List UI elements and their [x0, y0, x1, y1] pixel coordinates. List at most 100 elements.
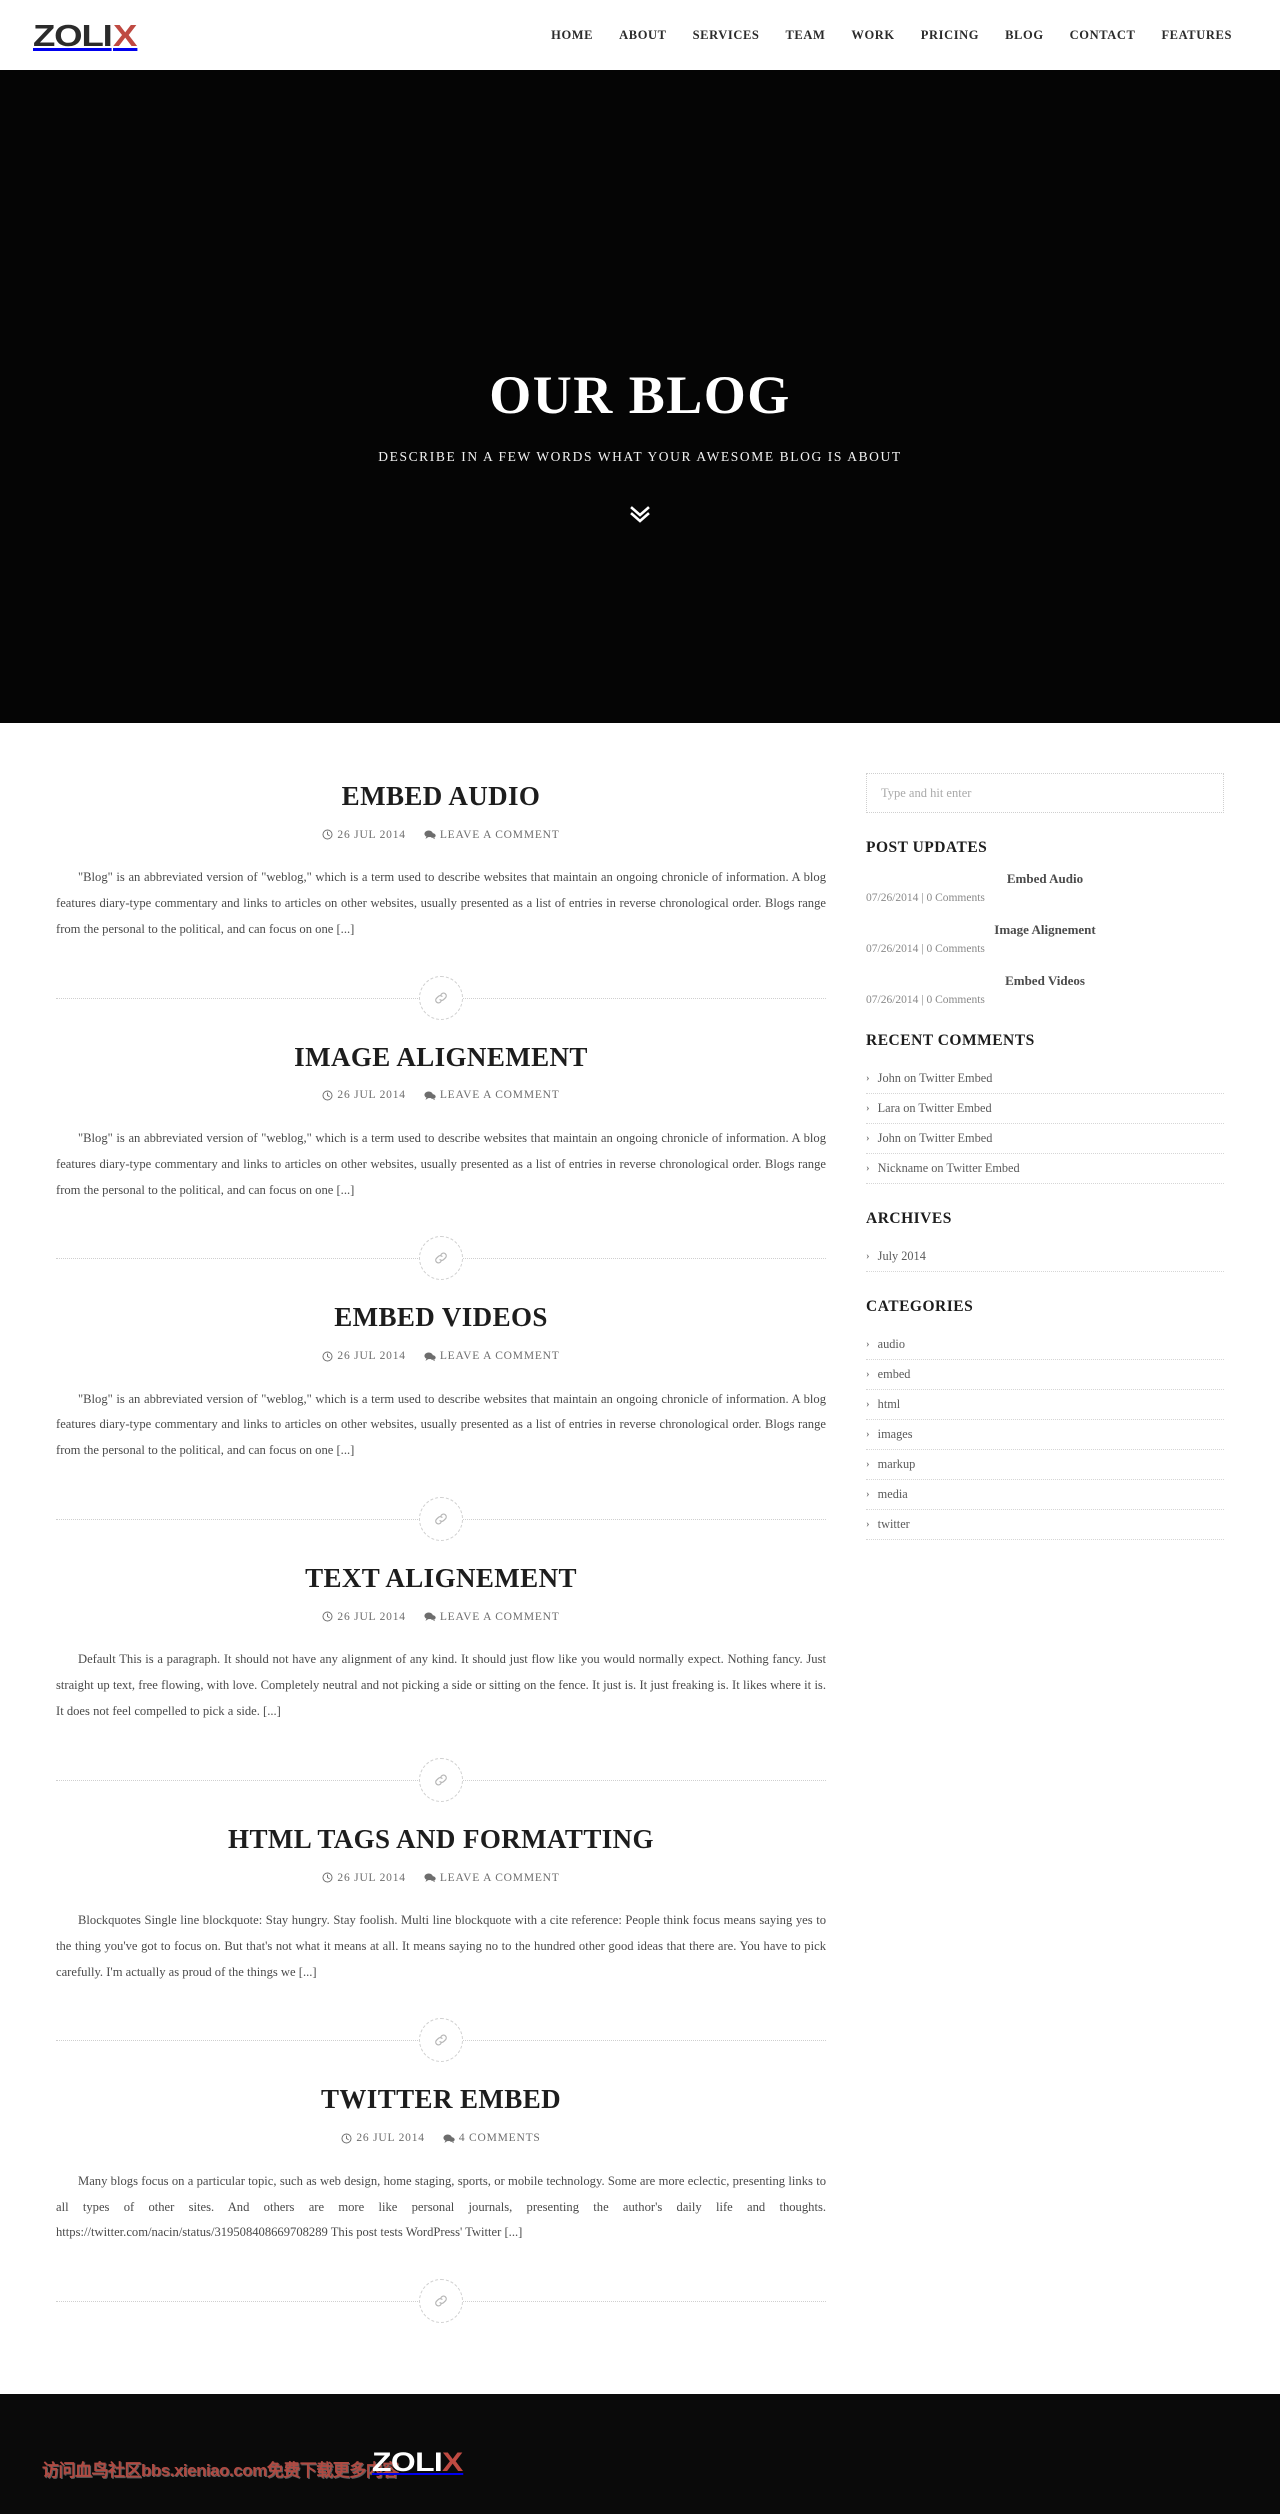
clock-icon [322, 829, 333, 840]
post-separator [56, 1747, 826, 1813]
chevron-right-icon: › [866, 1132, 870, 1144]
nav-item-pricing[interactable]: PRICING [908, 28, 992, 43]
chevron-right-icon: › [866, 1488, 870, 1500]
post-comments[interactable]: LEAVE A COMMENT [424, 829, 560, 841]
link-icon[interactable] [419, 1497, 463, 1542]
category-item[interactable]: › twitter [866, 1510, 1224, 1540]
logo-text: ZOLI [33, 17, 113, 53]
nav-item-work[interactable]: WORK [838, 28, 907, 43]
recent-comment-item-label[interactable]: Nickname on Twitter Embed [878, 1161, 1020, 1176]
nav-item-home[interactable]: HOME [538, 28, 606, 43]
site-header: ZOLI X HOME ABOUT SERVICES TEAM WORK PRICING B… [0, 0, 1280, 70]
post-title[interactable]: TWITTER EMBED [56, 2083, 826, 2117]
nav-item-services[interactable]: SERVICES [680, 28, 773, 43]
nav-item-features[interactable]: FEATURES [1148, 28, 1245, 43]
post-title[interactable]: HTML TAGS AND FORMATTING [56, 1823, 826, 1857]
category-item-label[interactable]: html [878, 1397, 901, 1412]
post-update-title[interactable]: Image Alignement [866, 922, 1224, 938]
site-logo[interactable]: ZOLI X [33, 17, 137, 53]
post-update-title[interactable]: Embed Videos [866, 973, 1224, 989]
archive-item[interactable]: › July 2014 [866, 1242, 1224, 1272]
link-icon[interactable] [419, 1757, 463, 1802]
sidebar: POST UPDATES Embed Audio 07/26/2014 | 0 C… [866, 770, 1224, 1540]
page-title: OUR BLOG [489, 365, 791, 425]
chevron-double-down-icon[interactable] [627, 502, 653, 526]
post-title[interactable]: IMAGE ALIGNEMENT [56, 1041, 826, 1075]
post-comments[interactable]: LEAVE A COMMENT [424, 1089, 560, 1101]
category-item[interactable]: › embed [866, 1360, 1224, 1390]
post-date-label: 26 JUL 2014 [356, 2132, 425, 2145]
post-meta: 26 JUL 2014 LEAVE A COMMENT [56, 1611, 826, 1626]
recent-comment-item[interactable]: › John on Twitter Embed [866, 1124, 1224, 1154]
content-area: EMBED AUDIO 26 JUL 2014 LEAVE A COMMENT "Bl… [0, 723, 1280, 2395]
clock-icon [322, 1872, 333, 1883]
post-list: EMBED AUDIO 26 JUL 2014 LEAVE A COMMENT "Bl… [56, 770, 866, 2334]
category-item-label[interactable]: media [878, 1487, 908, 1502]
main-navigation: HOME ABOUT SERVICES TEAM WORK PRICING BLOG CONT… [538, 28, 1245, 43]
chevron-right-icon: › [866, 1162, 870, 1174]
recent-comment-item-label[interactable]: John on Twitter Embed [878, 1131, 993, 1146]
post-date-label: 26 JUL 2014 [337, 828, 406, 841]
widget-title-recent-comments: RECENT COMMENTS [866, 1032, 1035, 1049]
category-item[interactable]: › images [866, 1420, 1224, 1450]
chevron-right-icon: › [866, 1338, 870, 1350]
post-title[interactable]: EMBED AUDIO [56, 780, 826, 814]
post-comments-label: LEAVE A COMMENT [439, 828, 560, 841]
post-meta: 26 JUL 2014 LEAVE A COMMENT [56, 829, 826, 844]
post-comments-label: LEAVE A COMMENT [439, 1350, 560, 1363]
footer-logo[interactable]: ZOLI X [372, 2449, 463, 2476]
link-icon[interactable] [419, 1236, 463, 1281]
widget-post-updates: POST UPDATES Embed Audio 07/26/2014 | 0 C… [866, 839, 1224, 1006]
category-item-label[interactable]: images [878, 1427, 913, 1442]
search-input[interactable] [866, 773, 1224, 813]
category-item[interactable]: › markup [866, 1450, 1224, 1480]
category-item[interactable]: › html [866, 1390, 1224, 1420]
post-date: 26 JUL 2014 [322, 829, 405, 841]
archive-item-label[interactable]: July 2014 [878, 1249, 926, 1264]
link-icon[interactable] [419, 2018, 463, 2063]
nav-item-team[interactable]: TEAM [772, 28, 838, 43]
post-comments[interactable]: LEAVE A COMMENT [424, 1350, 560, 1362]
link-icon[interactable] [419, 2279, 463, 2324]
widget-title-categories: CATEGORIES [866, 1298, 974, 1315]
post-date: 26 JUL 2014 [341, 2132, 424, 2144]
post-comments[interactable]: 4 COMMENTS [443, 2132, 541, 2144]
post-comments-label: LEAVE A COMMENT [439, 1089, 560, 1102]
category-item-label[interactable]: markup [878, 1457, 916, 1472]
nav-item-about[interactable]: ABOUT [606, 28, 679, 43]
category-item[interactable]: › media [866, 1480, 1224, 1510]
recent-comment-item-label[interactable]: John on Twitter Embed [878, 1071, 993, 1086]
post-excerpt: "Blog" is an abbreviated version of "web… [56, 1130, 826, 1197]
post-comments[interactable]: LEAVE A COMMENT [424, 1611, 560, 1623]
nav-item-contact[interactable]: CONTACT [1057, 28, 1149, 43]
comment-icon [424, 1351, 436, 1362]
post-date-label: 26 JUL 2014 [337, 1350, 406, 1363]
chevron-right-icon: › [866, 1250, 870, 1262]
recent-comment-item[interactable]: › Nickname on Twitter Embed [866, 1154, 1224, 1184]
widget-recent-comments: RECENT COMMENTS › John on Twitter Embed › L… [866, 1032, 1224, 1184]
recent-comment-item[interactable]: › Lara on Twitter Embed [866, 1094, 1224, 1124]
post-excerpt: Many blogs focus on a particular topic, … [56, 2173, 826, 2240]
category-item-label[interactable]: embed [878, 1367, 911, 1382]
recent-comment-item-label[interactable]: Lara on Twitter Embed [878, 1101, 992, 1116]
post-title[interactable]: EMBED VIDEOS [56, 1301, 826, 1335]
chevron-right-icon: › [866, 1518, 870, 1530]
post-separator [56, 1225, 826, 1291]
category-item-label[interactable]: audio [878, 1337, 905, 1352]
nav-item-blog[interactable]: BLOG [992, 28, 1057, 43]
recent-comment-item[interactable]: › John on Twitter Embed [866, 1064, 1224, 1094]
clock-icon [341, 2133, 352, 2144]
category-item-label[interactable]: twitter [878, 1517, 910, 1532]
watermark-text: 访问血鸟社区bbs.xieniao.com免费下载更多内容 [42, 2461, 399, 2481]
post-update-title[interactable]: Embed Audio [866, 871, 1224, 887]
post-title[interactable]: TEXT ALIGNEMENT [56, 1562, 826, 1596]
post-comments[interactable]: LEAVE A COMMENT [424, 1872, 560, 1884]
post-meta: 26 JUL 2014 LEAVE A COMMENT [56, 1872, 826, 1887]
chevron-right-icon: › [866, 1458, 870, 1470]
clock-icon [322, 1611, 333, 1622]
chevron-right-icon: › [866, 1368, 870, 1380]
link-icon[interactable] [419, 975, 463, 1020]
post-date: 26 JUL 2014 [322, 1350, 405, 1362]
post-update-meta: 07/26/2014 | 0 Comments [866, 994, 985, 1006]
category-item[interactable]: › audio [866, 1330, 1224, 1360]
